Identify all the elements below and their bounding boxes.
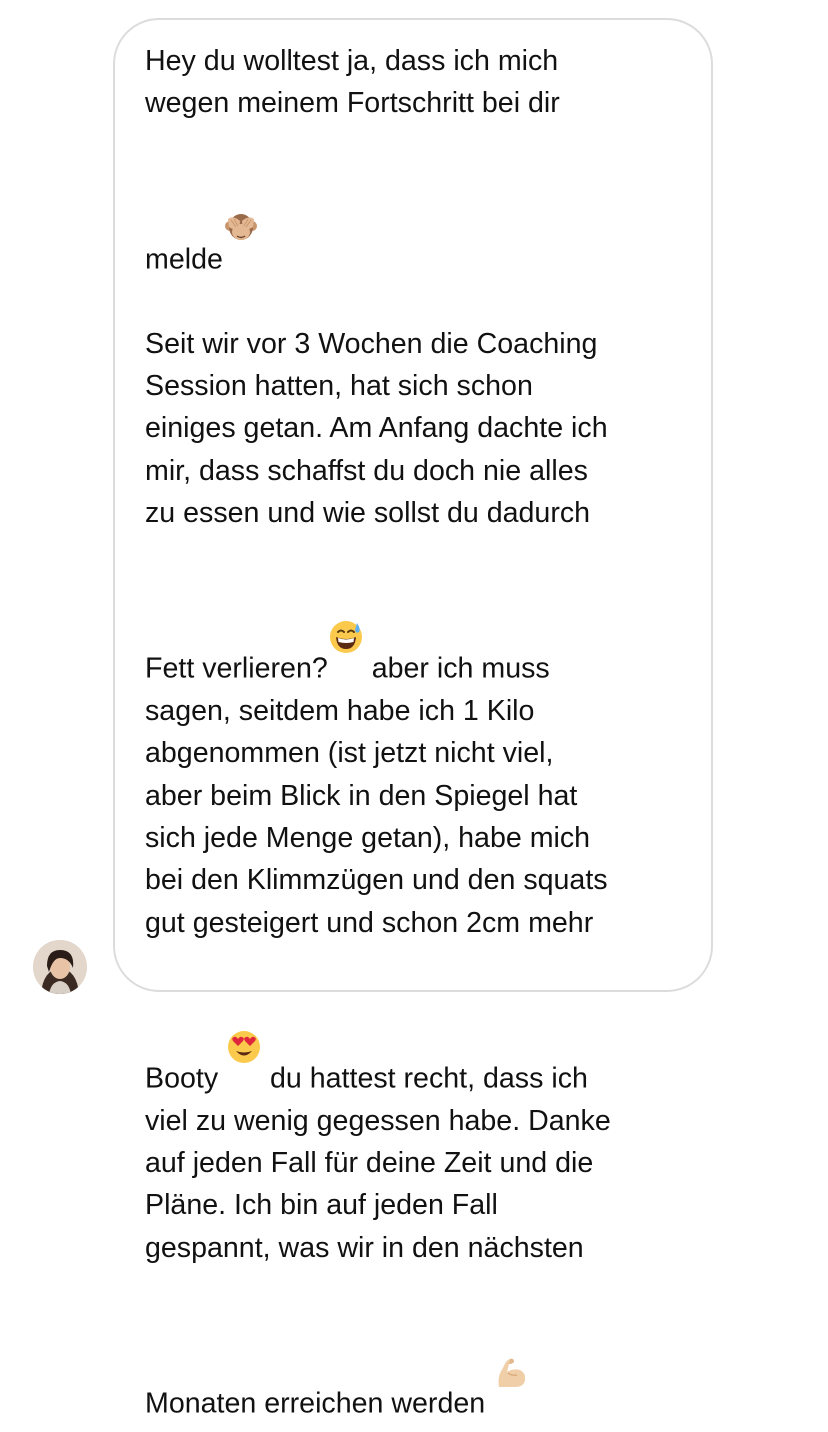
message-text-run: Seit wir vor 3 Wochen die Coaching Sessi… xyxy=(145,327,608,685)
flexed-biceps-emoji xyxy=(493,1269,529,1387)
message-text-run: Hey du wolltest ja, dass ich mich wegen … xyxy=(145,45,560,276)
grinning-sweat-emoji xyxy=(328,534,364,653)
heart-eyes-emoji xyxy=(226,944,262,1063)
see-no-evil-monkey-emoji xyxy=(223,125,259,241)
sender-avatar[interactable] xyxy=(33,940,87,994)
message-text-run: du hattest recht, dass ich viel zu wenig… xyxy=(145,1062,611,1420)
avatar-photo xyxy=(33,940,87,994)
message-text: Hey du wolltest ja, dass ich mich wegen … xyxy=(145,40,705,1425)
message-text-run: aber ich muss sagen, seitdem habe ich 1 … xyxy=(145,652,608,1095)
